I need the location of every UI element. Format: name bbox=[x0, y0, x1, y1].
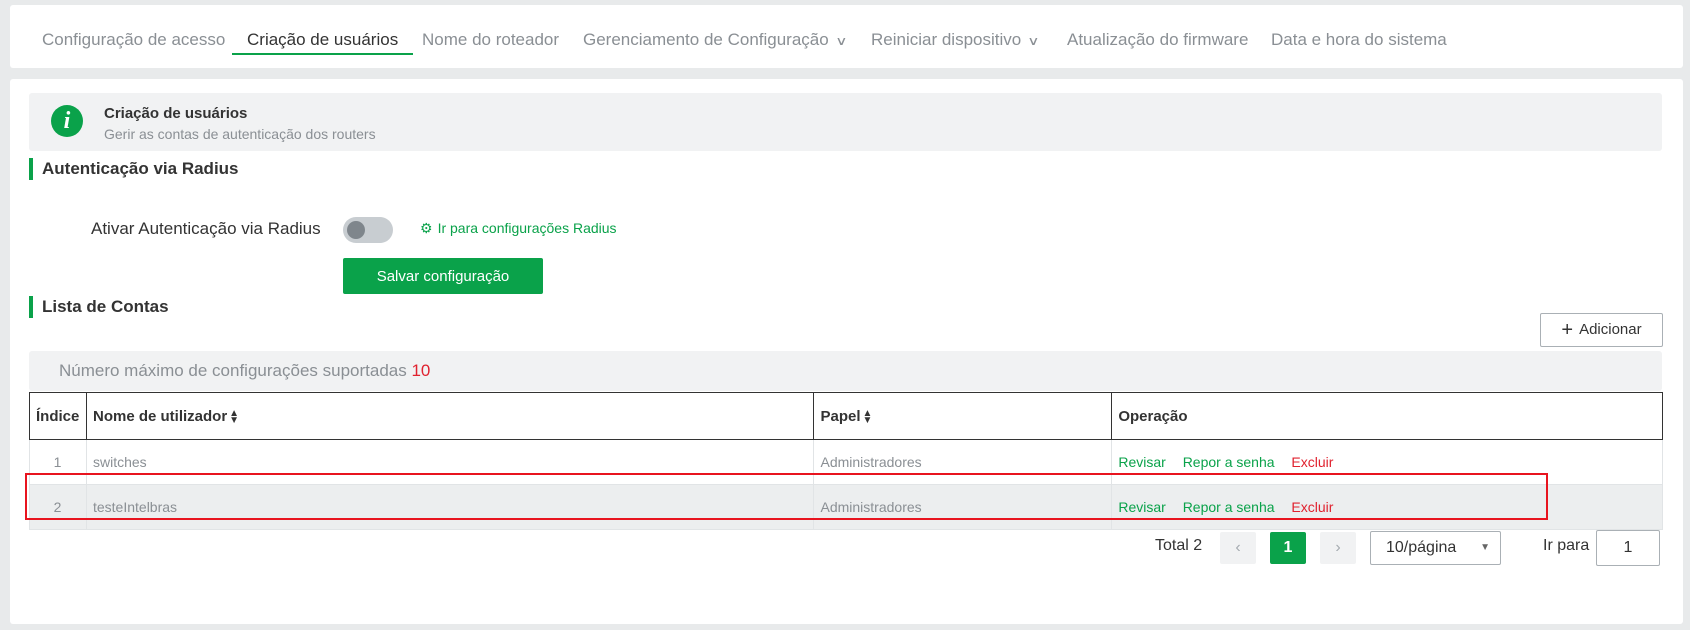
cell-index: 1 bbox=[29, 439, 87, 485]
plus-icon: + bbox=[1561, 318, 1574, 341]
edit-link[interactable]: Revisar bbox=[1118, 499, 1165, 515]
accounts-table: Índice Nome de utilizador ▲ ▼ Papel ▲ ▼ Oper… bbox=[29, 392, 1663, 530]
page-size-select[interactable]: 10/página ▼ bbox=[1370, 531, 1501, 565]
column-header-role[interactable]: Papel ▲ ▼ bbox=[813, 392, 1113, 440]
info-icon: i bbox=[51, 105, 83, 137]
cell-username: testeIntelbras bbox=[85, 484, 814, 530]
radius-toggle-switch[interactable] bbox=[343, 217, 393, 243]
goto-label: Ir para bbox=[1543, 537, 1590, 554]
cell-index: 2 bbox=[29, 484, 87, 530]
delete-link[interactable]: Excluir bbox=[1291, 454, 1333, 470]
radius-section-title: Autenticação via Radius bbox=[29, 158, 239, 180]
next-page-button[interactable]: › bbox=[1320, 532, 1356, 564]
sort-icon[interactable]: ▲ ▼ bbox=[863, 408, 873, 425]
tab-gerenciamento-de-configuracao[interactable]: Gerenciamento de Configuração ∨ bbox=[583, 5, 847, 68]
prev-page-button[interactable]: ‹ bbox=[1220, 532, 1256, 564]
tab-configuracao-de-acesso[interactable]: Configuração de acesso bbox=[42, 5, 225, 68]
tab-criacao-de-usuarios[interactable]: Criação de usuários bbox=[232, 5, 414, 68]
info-banner: i Criação de usuários Gerir as contas de… bbox=[29, 93, 1662, 151]
info-description: Gerir as contas de autenticação dos rout… bbox=[104, 126, 376, 142]
max-config-text: Número máximo de configurações suportada… bbox=[59, 361, 407, 380]
tab-reiniciar-dispositivo[interactable]: Reiniciar dispositivo ∨ bbox=[871, 5, 1040, 68]
reset-password-link[interactable]: Repor a senha bbox=[1183, 499, 1275, 515]
sort-icon[interactable]: ▲ ▼ bbox=[229, 408, 239, 425]
radius-toggle-label: Ativar Autenticação via Radius bbox=[91, 219, 321, 238]
cell-role: Administradores bbox=[813, 439, 1112, 485]
chevron-left-icon: ‹ bbox=[1235, 539, 1241, 556]
cell-username: switches bbox=[85, 439, 814, 485]
cell-operations: Revisar Repor a senha Excluir bbox=[1111, 439, 1663, 485]
max-config-value: 10 bbox=[411, 361, 431, 380]
radius-settings-link[interactable]: ⚙ Ir para configurações Radius bbox=[420, 220, 617, 237]
tab-data-e-hora-do-sistema[interactable]: Data e hora do sistema bbox=[1271, 5, 1447, 68]
column-header-username[interactable]: Nome de utilizador ▲ ▼ bbox=[85, 392, 815, 440]
cell-operations: Revisar Repor a senha Excluir bbox=[1111, 484, 1663, 530]
column-header-operation: Operação bbox=[1111, 392, 1663, 440]
tab-nome-do-roteador[interactable]: Nome do roteador bbox=[422, 5, 559, 68]
chevron-down-icon: ∨ bbox=[834, 34, 848, 48]
add-account-button[interactable]: + Adicionar bbox=[1540, 313, 1663, 347]
chevron-right-icon: › bbox=[1335, 539, 1341, 556]
column-header-index: Índice bbox=[29, 392, 87, 440]
tab-atualizacao-do-firmware[interactable]: Atualização do firmware bbox=[1067, 5, 1248, 68]
delete-link[interactable]: Excluir bbox=[1291, 499, 1333, 515]
toggle-knob bbox=[347, 221, 365, 239]
reset-password-link[interactable]: Repor a senha bbox=[1183, 454, 1275, 470]
page-number-current[interactable]: 1 bbox=[1270, 532, 1306, 564]
save-config-button[interactable]: Salvar configuração bbox=[343, 258, 543, 294]
chevron-down-icon: ∨ bbox=[1027, 34, 1040, 48]
edit-link[interactable]: Revisar bbox=[1118, 454, 1165, 470]
caret-down-icon: ▼ bbox=[1480, 542, 1490, 553]
top-tab-bar: Configuração de acesso Criação de usuári… bbox=[10, 5, 1683, 68]
accounts-section-title: Lista de Contas bbox=[29, 296, 169, 318]
table-row: 2 testeIntelbras Administradores Revisar… bbox=[29, 484, 1663, 530]
cell-role: Administradores bbox=[813, 484, 1112, 530]
pagination-total: Total 2 bbox=[1155, 537, 1203, 554]
max-config-bar: Número máximo de configurações suportada… bbox=[29, 351, 1662, 391]
table-row: 1 switches Administradores Revisar Repor… bbox=[29, 439, 1663, 485]
table-header-row: Índice Nome de utilizador ▲ ▼ Papel ▲ ▼ Oper… bbox=[29, 392, 1663, 440]
active-tab-underline bbox=[232, 53, 414, 55]
info-title: Criação de usuários bbox=[104, 105, 248, 122]
goto-page-input[interactable] bbox=[1596, 530, 1660, 566]
gear-icon: ⚙ bbox=[420, 220, 433, 236]
